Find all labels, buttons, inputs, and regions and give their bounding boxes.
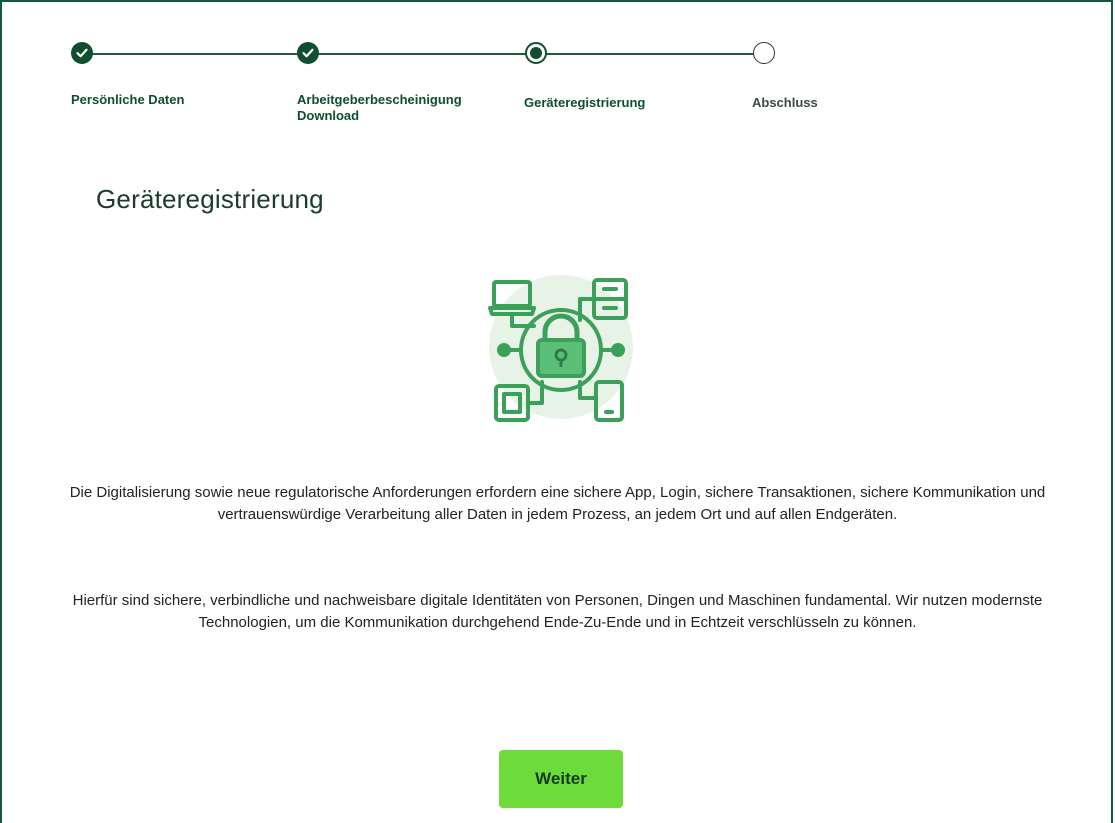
stepper-connector	[546, 53, 756, 55]
step-4-label: Abschluss	[752, 95, 818, 110]
step-4-pending-indicator	[753, 42, 775, 64]
stepper-connector	[318, 53, 528, 55]
step-1-label: Persönliche Daten	[71, 92, 185, 107]
step-3-current-indicator	[525, 42, 547, 64]
checkmark-icon	[76, 48, 88, 58]
next-button[interactable]: Weiter	[499, 750, 623, 808]
intro-paragraph: Die Digitalisierung sowie neue regulator…	[69, 484, 1046, 523]
progress-stepper: Persönliche Daten Arbeitgeberbescheinigu…	[0, 0, 1115, 140]
step-2-label: Arbeitgeberbescheinigung Download	[297, 92, 462, 123]
step-1-done-indicator	[71, 42, 93, 64]
identity-paragraph: Hierfür sind sichere, verbindliche und n…	[72, 592, 1043, 631]
step-2-done-indicator	[297, 42, 319, 64]
step-3-label: Geräteregistrierung	[524, 95, 646, 110]
page-title: Geräteregistrierung	[96, 184, 324, 214]
checkmark-icon	[302, 48, 314, 58]
device-security-network-icon	[484, 270, 638, 430]
stepper-connector	[92, 53, 304, 55]
